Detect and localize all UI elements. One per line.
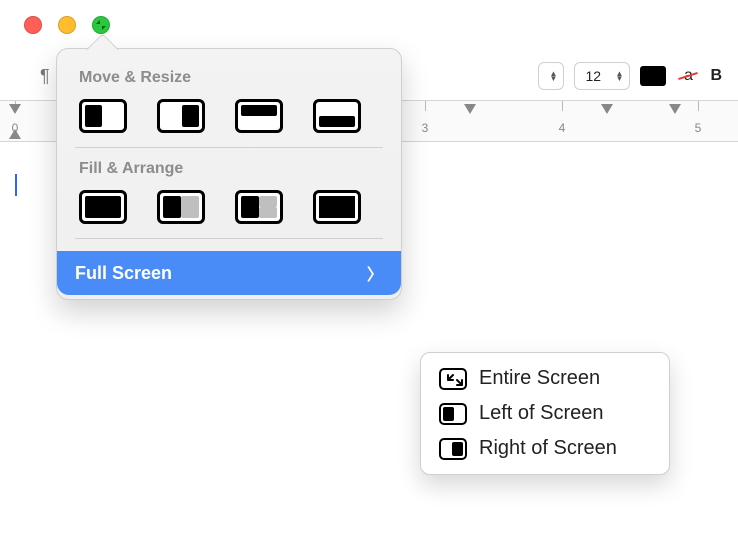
tile-right-half-button[interactable] xyxy=(157,99,205,133)
zoom-button[interactable] xyxy=(92,16,110,34)
text-cursor xyxy=(15,174,17,196)
tile-top-half-button[interactable] xyxy=(235,99,283,133)
move-resize-row xyxy=(79,99,379,133)
bold-button[interactable]: B xyxy=(710,67,722,85)
minimize-button[interactable] xyxy=(58,16,76,34)
arrange-left-right-button[interactable] xyxy=(157,190,205,224)
window-tiling-popover: Move & Resize Fill & Arrange Full Screen… xyxy=(56,48,402,300)
full-screen-submenu: Entire Screen Left of Screen Right of Sc… xyxy=(420,352,670,475)
submenu-item-right-of-screen[interactable]: Right of Screen xyxy=(427,431,663,466)
left-indent-marker[interactable] xyxy=(9,129,21,139)
full-screen-menu-item[interactable]: Full Screen 〉 xyxy=(57,251,401,295)
arrange-quarters-button[interactable] xyxy=(313,190,361,224)
tile-left-half-button[interactable] xyxy=(79,99,127,133)
paragraph-style-button[interactable]: ¶ xyxy=(40,66,50,87)
entire-screen-icon xyxy=(439,368,467,390)
ruler-number: 3 xyxy=(422,121,429,135)
fill-arrange-row xyxy=(79,190,379,224)
separator xyxy=(75,147,383,148)
separator xyxy=(75,238,383,239)
font-size-value: 12 xyxy=(581,68,601,84)
section-heading-move-resize: Move & Resize xyxy=(79,69,379,87)
submenu-item-label: Entire Screen xyxy=(479,367,600,390)
zoom-glyph-icon xyxy=(95,19,107,31)
ruler-number: 5 xyxy=(695,121,702,135)
chevron-updown-icon: ▲▼ xyxy=(549,71,557,81)
tile-bottom-half-button[interactable] xyxy=(313,99,361,133)
right-of-screen-icon xyxy=(439,438,467,460)
chevron-right-icon: 〉 xyxy=(367,261,383,285)
text-color-swatch[interactable] xyxy=(640,66,666,86)
submenu-item-entire-screen[interactable]: Entire Screen xyxy=(427,361,663,396)
first-line-indent-marker[interactable] xyxy=(9,104,21,114)
tab-stop-marker[interactable] xyxy=(464,104,476,114)
arrange-left-and-quarters-button[interactable] xyxy=(235,190,283,224)
font-family-dropdown[interactable]: ▲▼ xyxy=(538,62,564,90)
window-traffic-lights xyxy=(24,16,110,34)
strikethrough-button[interactable]: a xyxy=(676,64,700,88)
ruler-number: 4 xyxy=(559,121,566,135)
submenu-item-label: Left of Screen xyxy=(479,402,604,425)
font-size-dropdown[interactable]: 12 ▲▼ xyxy=(574,62,630,90)
left-of-screen-icon xyxy=(439,403,467,425)
fill-screen-button[interactable] xyxy=(79,190,127,224)
right-indent-marker[interactable] xyxy=(669,104,681,114)
tab-stop-marker[interactable] xyxy=(601,104,613,114)
chevron-updown-icon: ▲▼ xyxy=(616,71,624,81)
close-button[interactable] xyxy=(24,16,42,34)
full-screen-label: Full Screen xyxy=(75,263,172,284)
submenu-item-label: Right of Screen xyxy=(479,437,617,460)
submenu-item-left-of-screen[interactable]: Left of Screen xyxy=(427,396,663,431)
section-heading-fill-arrange: Fill & Arrange xyxy=(79,160,379,178)
